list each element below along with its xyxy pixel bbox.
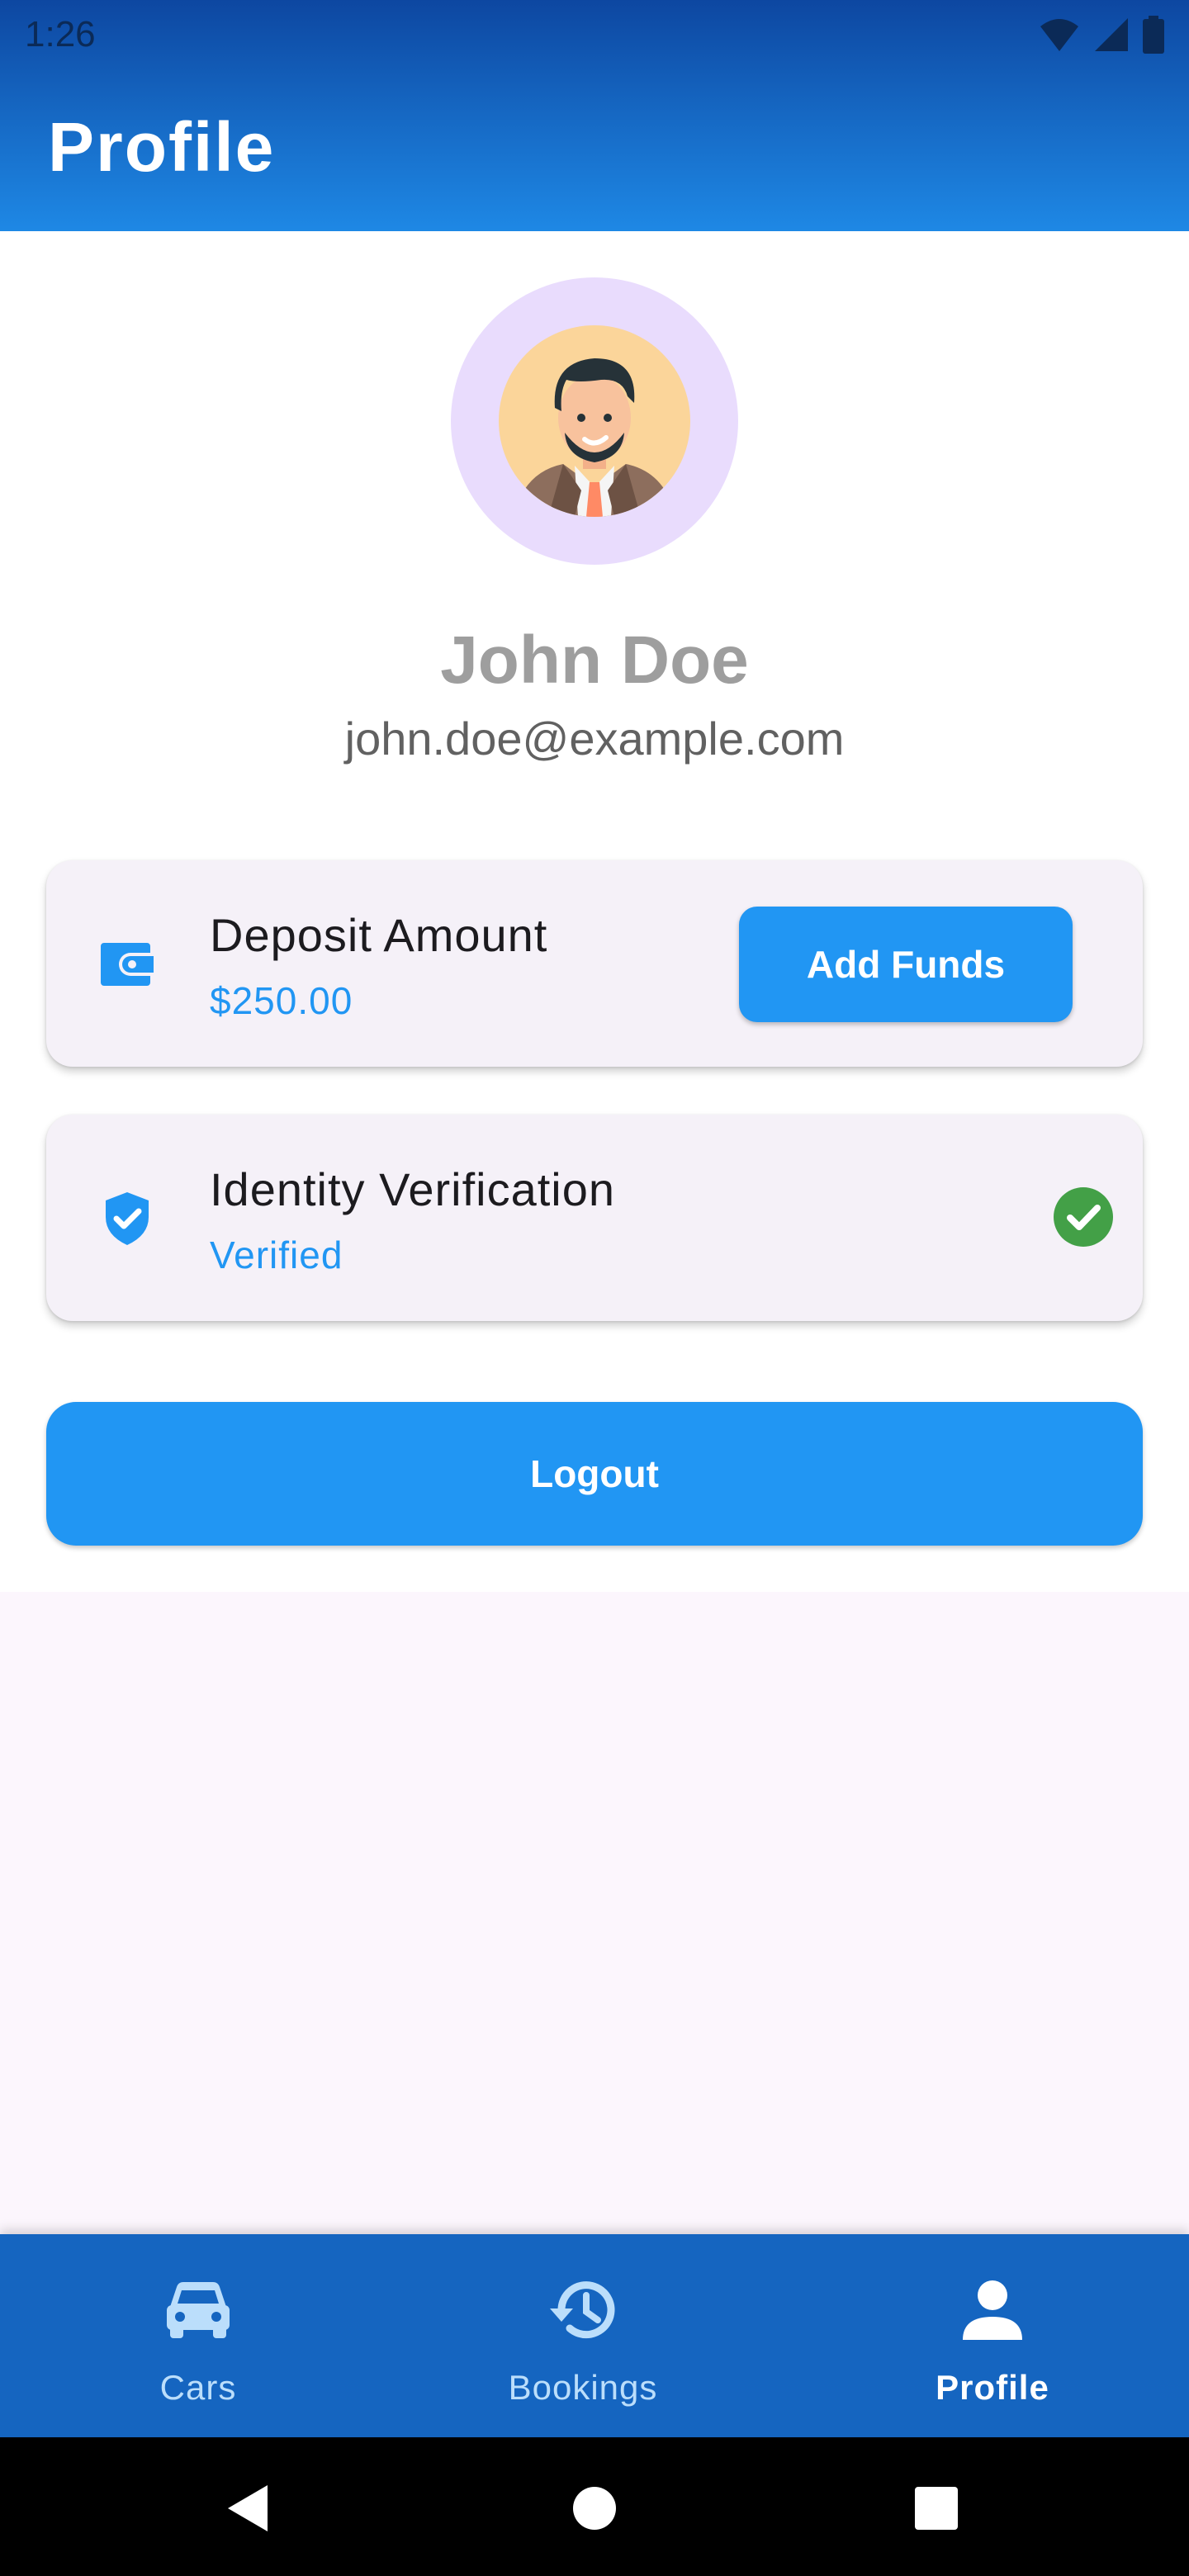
deposit-title: Deposit Amount <box>210 909 548 961</box>
identity-verification-card: Identity Verification Verified <box>46 1115 1143 1321</box>
car-icon <box>167 2282 230 2338</box>
page-title: Profile <box>48 108 276 186</box>
profile-screen: 1:26 Profile John Doe john.doe@example.c… <box>0 0 1189 2576</box>
identity-title: Identity Verification <box>210 1163 616 1215</box>
nav-label-bookings: Bookings <box>508 2368 658 2407</box>
nav-label-profile: Profile <box>936 2368 1049 2407</box>
person-avatar-illustration <box>499 325 690 517</box>
person-icon <box>963 2280 1022 2340</box>
nav-item-cars[interactable]: Cars <box>0 2234 396 2437</box>
wifi-icon <box>1040 19 1078 51</box>
status-icons <box>1039 15 1164 54</box>
user-email: john.doe@example.com <box>344 713 845 765</box>
profile-content: John Doe john.doe@example.com Deposit Am… <box>0 231 1189 1592</box>
avatar <box>451 277 738 565</box>
logout-button[interactable]: Logout <box>46 1402 1143 1546</box>
nav-item-bookings[interactable]: Bookings <box>385 2234 781 2437</box>
recents-icon[interactable] <box>907 2479 966 2538</box>
add-funds-button[interactable]: Add Funds <box>739 907 1073 1022</box>
wallet-icon <box>101 943 154 986</box>
status-time: 1:26 <box>25 14 96 54</box>
verified-shield-icon <box>106 1192 149 1245</box>
deposit-amount: $250.00 <box>210 979 353 1022</box>
bottom-navigation: Cars Bookings Profile <box>0 2234 1189 2437</box>
app-header: 1:26 Profile <box>0 0 1189 231</box>
back-icon[interactable] <box>218 2479 277 2538</box>
signal-icon <box>1095 18 1128 51</box>
nav-item-profile[interactable]: Profile <box>794 2234 1189 2437</box>
user-name: John Doe <box>440 623 749 698</box>
check-circle-icon <box>1054 1187 1113 1247</box>
deposit-card: Deposit Amount $250.00 Add Funds <box>46 860 1143 1067</box>
home-icon[interactable] <box>565 2479 624 2538</box>
verification-status: Verified <box>210 1234 343 1276</box>
history-icon <box>550 2281 615 2339</box>
battery-icon <box>1143 16 1164 54</box>
nav-label-cars: Cars <box>159 2368 237 2407</box>
system-navigation-bar <box>0 2437 1189 2576</box>
